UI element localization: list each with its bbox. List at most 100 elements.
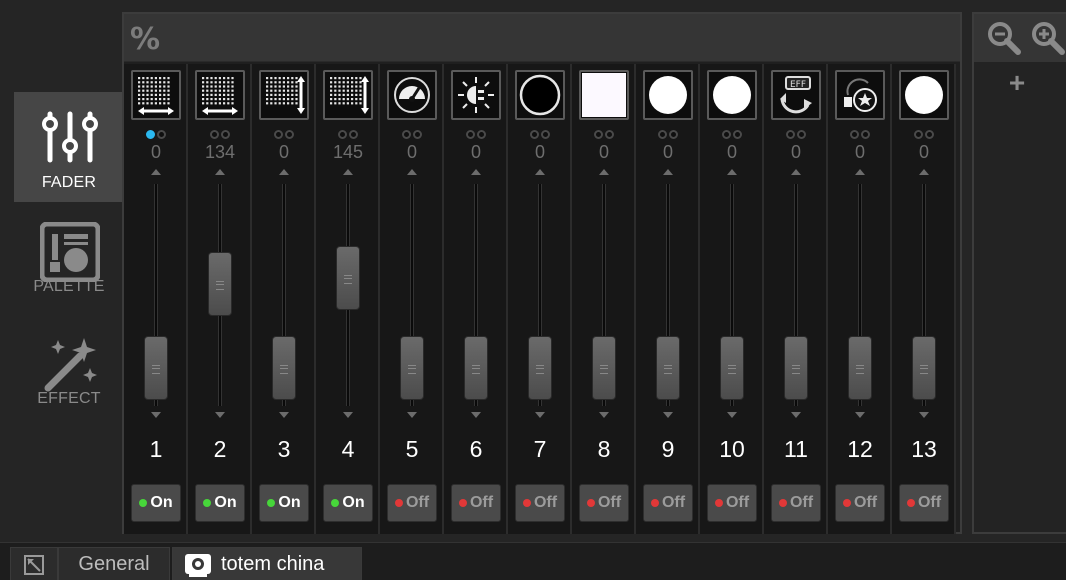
- fader-up-arrow-icon[interactable]: [215, 169, 225, 175]
- fader-up-arrow-icon[interactable]: [855, 169, 865, 175]
- fader-up-arrow-icon[interactable]: [471, 169, 481, 175]
- fader-down-arrow-icon[interactable]: [343, 412, 353, 418]
- fader-knob[interactable]: [336, 245, 360, 310]
- status-dot: [594, 130, 603, 139]
- channel-toggle-button[interactable]: Off: [707, 484, 757, 522]
- color-black-icon[interactable]: [515, 70, 565, 120]
- tab-general[interactable]: General: [58, 547, 170, 580]
- fader-down-arrow-icon[interactable]: [151, 412, 161, 418]
- effect-rotate-icon[interactable]: EFF: [771, 70, 821, 120]
- fader-down-arrow-icon[interactable]: [791, 412, 801, 418]
- fader-strip-6: 0 6 Off: [444, 64, 508, 534]
- fader-down-arrow-icon[interactable]: [471, 412, 481, 418]
- sliders-icon: [42, 111, 98, 163]
- tab-totem-china[interactable]: totem china: [172, 547, 362, 580]
- fader-knob[interactable]: [656, 336, 680, 400]
- gobo-star-icon[interactable]: [835, 70, 885, 120]
- fader-knob[interactable]: [528, 336, 552, 400]
- color-white-circle-icon[interactable]: [643, 70, 693, 120]
- fader-knob[interactable]: [592, 336, 616, 400]
- channel-toggle-button[interactable]: Off: [387, 484, 437, 522]
- color-white-circle-icon[interactable]: [899, 70, 949, 120]
- fader-up-arrow-icon[interactable]: [151, 169, 161, 175]
- shutter-icon[interactable]: [451, 70, 501, 120]
- shutter-icon-graphic: [458, 77, 494, 113]
- fader-knob[interactable]: [208, 252, 232, 317]
- status-dots: [444, 126, 508, 139]
- color-white-square-icon[interactable]: [579, 70, 629, 120]
- tab-expand[interactable]: [10, 547, 58, 580]
- grid-horizontal-icon[interactable]: [195, 70, 245, 120]
- fader-up-arrow-icon[interactable]: [791, 169, 801, 175]
- fader-knob[interactable]: [272, 336, 296, 400]
- fader-knob[interactable]: [848, 336, 872, 400]
- fader-up-arrow-icon[interactable]: [599, 169, 609, 175]
- channel-toggle-button[interactable]: On: [259, 484, 309, 522]
- zoom-out-icon[interactable]: [986, 20, 1022, 56]
- fader-knob[interactable]: [720, 336, 744, 400]
- channel-toggle-button[interactable]: On: [131, 484, 181, 522]
- color-white-square-icon-graphic: [582, 73, 626, 117]
- status-dot: [274, 130, 283, 139]
- mode-palette-button[interactable]: PALETTE: [14, 206, 124, 316]
- channel-toggle-button[interactable]: Off: [771, 484, 821, 522]
- toggle-label: Off: [789, 494, 814, 511]
- fader-up-arrow-icon[interactable]: [343, 169, 353, 175]
- toggle-label: Off: [725, 494, 750, 511]
- dimmer-gauge-icon[interactable]: [387, 70, 437, 120]
- channel-toggle-button[interactable]: On: [195, 484, 245, 522]
- status-dot: [733, 130, 742, 139]
- fader-up-arrow-icon[interactable]: [663, 169, 673, 175]
- fader-down-arrow-icon[interactable]: [535, 412, 545, 418]
- channel-number: 7: [533, 436, 547, 462]
- channel-number: 6: [469, 436, 483, 462]
- percent-icon[interactable]: %: [130, 22, 160, 57]
- channel-toggle-button[interactable]: Off: [835, 484, 885, 522]
- toggle-label: Off: [405, 494, 430, 511]
- fader-knob[interactable]: [464, 336, 488, 400]
- grid-vertical-icon[interactable]: [259, 70, 309, 120]
- toggle-label: Off: [597, 494, 622, 511]
- fader-knob[interactable]: [400, 336, 424, 400]
- channel-toggle-button[interactable]: Off: [899, 484, 949, 522]
- fader-down-arrow-icon[interactable]: [855, 412, 865, 418]
- effect-rotate-icon-graphic: EFF: [780, 76, 812, 114]
- expand-icon: [24, 554, 44, 575]
- fader-up-arrow-icon[interactable]: [407, 169, 417, 175]
- channel-toggle-button[interactable]: On: [323, 484, 373, 522]
- fader-down-arrow-icon[interactable]: [215, 412, 225, 418]
- fader-down-arrow-icon[interactable]: [663, 412, 673, 418]
- channel-toggle-button[interactable]: Off: [451, 484, 501, 522]
- add-button[interactable]: +: [1002, 68, 1032, 98]
- fader-down-arrow-icon[interactable]: [407, 412, 417, 418]
- channel-number: 9: [661, 436, 675, 462]
- mode-effect-button[interactable]: EFFECT: [14, 318, 124, 428]
- fader-up-arrow-icon[interactable]: [535, 169, 545, 175]
- fader-up-arrow-icon[interactable]: [727, 169, 737, 175]
- status-dot: [477, 130, 486, 139]
- color-white-circle-icon[interactable]: [707, 70, 757, 120]
- channel-toggle-button[interactable]: Off: [515, 484, 565, 522]
- fader-up-arrow-icon[interactable]: [919, 169, 929, 175]
- fader-up-arrow-icon[interactable]: [279, 169, 289, 175]
- zoom-header: [974, 14, 1066, 62]
- channel-toggle-button[interactable]: Off: [579, 484, 629, 522]
- fader-knob[interactable]: [912, 336, 936, 400]
- fader-down-arrow-icon[interactable]: [727, 412, 737, 418]
- channel-toggle-button[interactable]: Off: [643, 484, 693, 522]
- fader-strip-5: 0 5 Off: [380, 64, 444, 534]
- toggle-led-icon: [778, 499, 787, 507]
- fader-knob[interactable]: [144, 336, 168, 400]
- fader-down-arrow-icon[interactable]: [919, 412, 929, 418]
- grid-vertical-icon[interactable]: [323, 70, 373, 120]
- grid-horizontal-icon[interactable]: [131, 70, 181, 120]
- status-dots: [124, 126, 188, 139]
- fader-down-arrow-icon[interactable]: [599, 412, 609, 418]
- status-dots: [892, 126, 956, 139]
- zoom-in-icon[interactable]: [1030, 20, 1066, 56]
- status-dot: [786, 130, 795, 139]
- status-dots: [188, 126, 252, 139]
- mode-fader-button[interactable]: FADER: [14, 92, 124, 202]
- fader-down-arrow-icon[interactable]: [279, 412, 289, 418]
- fader-knob[interactable]: [784, 336, 808, 400]
